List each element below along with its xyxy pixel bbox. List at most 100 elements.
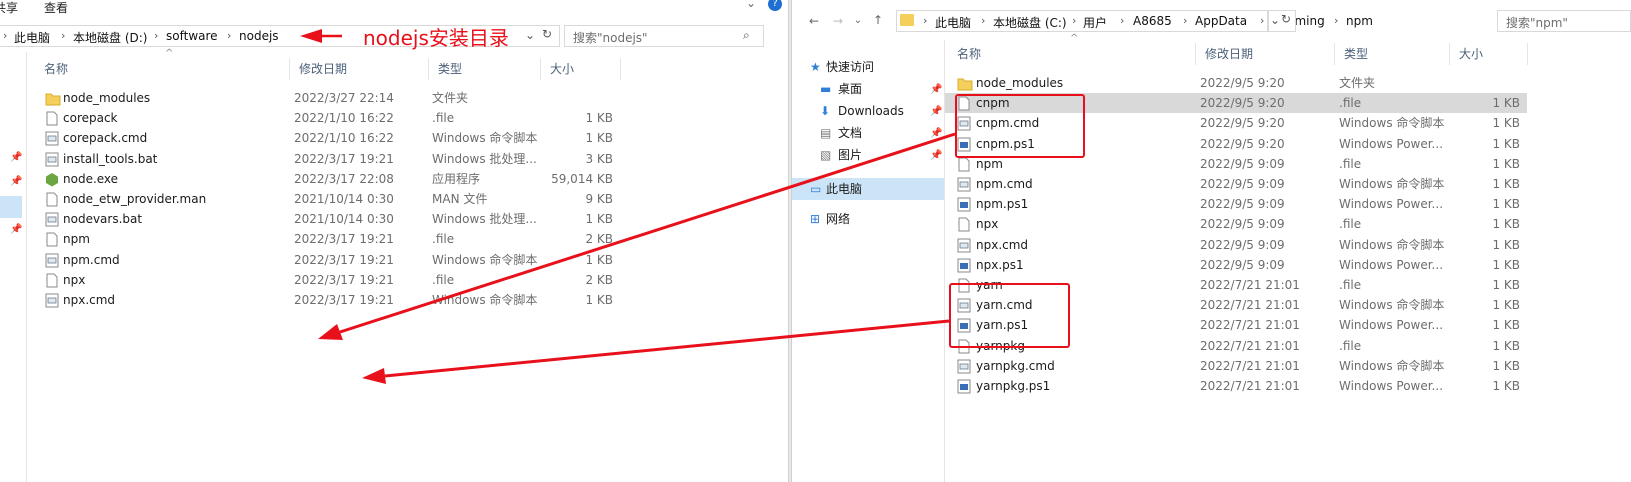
breadcrumb-item[interactable]: software <box>166 29 218 43</box>
column-header-type[interactable]: 类型 <box>438 56 462 82</box>
nav-item[interactable]: ⊞ 网络 <box>792 208 942 230</box>
refresh-icon[interactable]: ↻ <box>1281 12 1291 26</box>
node-exe-icon <box>45 172 59 187</box>
pin-icon[interactable]: 📌 <box>930 79 942 101</box>
nav-item[interactable]: ⬇ Downloads 📌 <box>792 100 942 122</box>
table-row[interactable]: npx.ps1 2022/9/5 9:09 Windows Power... 1 KB <box>945 255 1527 275</box>
breadcrumb-item[interactable]: nodejs <box>239 29 279 43</box>
ribbon-expand-icon[interactable]: ⌄ <box>746 0 756 10</box>
nav-item[interactable]: ▧ 图片 📌 <box>792 144 942 166</box>
table-row[interactable]: yarnpkg.cmd 2022/7/21 21:01 Windows 命令脚本 1 … <box>945 356 1527 376</box>
table-row[interactable]: corepack 2022/1/10 16:22 .file 1 KB <box>27 108 623 128</box>
table-row[interactable]: nodevars.bat 2021/10/14 0:30 Windows 批处理..… <box>27 209 623 229</box>
column-divider[interactable] <box>428 58 429 80</box>
address-dropdown-icon[interactable]: ⌄ <box>1270 13 1280 27</box>
cell-type: Windows 命令脚本 <box>1339 116 1445 131</box>
table-row[interactable]: node_modules 2022/9/5 9:20 文件夹 <box>945 73 1527 93</box>
cell-type: Windows 命令脚本 <box>1339 358 1445 373</box>
column-header-date[interactable]: 修改日期 <box>299 56 347 82</box>
table-row[interactable]: install_tools.bat 2022/3/17 19:21 Windows … <box>27 149 623 169</box>
pin-icon[interactable]: 📌 <box>10 224 22 235</box>
nav-item[interactable]: ▬ 桌面 📌 <box>792 78 942 100</box>
breadcrumb-item[interactable]: 本地磁盘 (C:) <box>993 14 1067 31</box>
breadcrumb-item[interactable]: A8685 <box>1133 14 1172 28</box>
pin-icon[interactable]: 📌 <box>10 176 22 187</box>
address-controls: ⌄ ↻ <box>1268 10 1296 32</box>
refresh-icon[interactable]: ↻ <box>542 27 552 41</box>
cell-name: npx.cmd <box>976 237 1029 252</box>
search-input[interactable]: 搜索"nodejs" <box>573 29 648 46</box>
menu-view[interactable]: 查看 <box>44 0 68 16</box>
pin-icon[interactable]: 📌 <box>930 101 942 123</box>
table-row[interactable]: npm.cmd 2022/9/5 9:09 Windows 命令脚本 1 KB <box>945 174 1527 194</box>
table-row[interactable]: npx.cmd 2022/9/5 9:09 Windows 命令脚本 1 KB <box>945 235 1527 255</box>
breadcrumb-item[interactable]: 本地磁盘 (D:) <box>73 29 147 46</box>
breadcrumb-item[interactable]: 此电脑 <box>14 29 50 46</box>
table-row[interactable]: npx 2022/9/5 9:09 .file 1 KB <box>945 214 1527 234</box>
address-dropdown-icon[interactable]: ⌄ <box>525 28 535 42</box>
breadcrumb-item[interactable]: 用户 <box>1083 14 1107 31</box>
column-header-date[interactable]: 修改日期 <box>1205 41 1253 67</box>
search-box[interactable]: 搜索"nodejs" ⌕ <box>564 25 764 47</box>
cell-type: 应用程序 <box>432 171 481 186</box>
powershell-icon <box>957 197 971 212</box>
table-row[interactable]: npm.cmd 2022/3/17 19:21 Windows 命令脚本 1 KB <box>27 250 623 270</box>
powershell-icon <box>957 258 971 273</box>
search-box[interactable]: 搜索"npm" <box>1497 10 1631 32</box>
column-divider[interactable] <box>620 58 621 80</box>
nav-item-label: 快速访问 <box>826 60 875 74</box>
cell-date: 2022/7/21 21:01 <box>1200 318 1300 333</box>
menu-share[interactable]: 共享 <box>0 0 18 16</box>
recent-dropdown-icon[interactable]: ⌄ <box>850 13 866 29</box>
cell-size: 1 KB <box>585 131 613 146</box>
breadcrumb-item[interactable]: npm <box>1346 14 1373 28</box>
cell-name: install_tools.bat <box>63 151 158 166</box>
forward-arrow-icon[interactable]: → <box>830 13 846 29</box>
column-divider[interactable] <box>1449 43 1450 65</box>
column-header-name[interactable]: 名称 <box>44 56 68 82</box>
nav-item[interactable]: ▤ 文档 📌 <box>792 122 942 144</box>
column-divider[interactable] <box>1527 43 1528 65</box>
pin-icon[interactable]: 📌 <box>10 152 22 163</box>
column-header-size[interactable]: 大小 <box>1459 41 1483 67</box>
up-arrow-icon[interactable]: ↑ <box>870 12 886 28</box>
cell-size: 1 KB <box>585 212 613 227</box>
network-icon: ⊞ <box>810 212 821 226</box>
column-header-type[interactable]: 类型 <box>1344 41 1368 67</box>
column-divider[interactable] <box>1195 43 1196 65</box>
breadcrumb-item[interactable]: AppData <box>1195 14 1247 28</box>
table-row[interactable]: npx 2022/3/17 19:21 .file 2 KB <box>27 270 623 290</box>
table-row[interactable]: npx.cmd 2022/3/17 19:21 Windows 命令脚本 1 KB <box>27 290 623 310</box>
table-row[interactable]: npm.ps1 2022/9/5 9:09 Windows Power... 1 KB <box>945 194 1527 214</box>
column-divider[interactable] <box>1334 43 1335 65</box>
cell-type: Windows 批处理... <box>432 151 537 166</box>
help-icon[interactable]: ? <box>768 0 782 11</box>
sort-ascending-icon: ^ <box>165 48 174 59</box>
file-icon <box>45 192 59 207</box>
pin-icon[interactable]: 📌 <box>930 123 942 145</box>
nav-selected-item[interactable] <box>0 196 22 218</box>
table-row[interactable]: node.exe 2022/3/17 22:08 应用程序 59,014 KB <box>27 169 623 189</box>
column-divider[interactable] <box>540 58 541 80</box>
column-divider[interactable] <box>289 58 290 80</box>
table-row[interactable]: corepack.cmd 2022/1/10 16:22 Windows 命令脚本 1… <box>27 128 623 148</box>
back-arrow-icon[interactable]: ← <box>806 13 822 29</box>
table-row[interactable]: yarnpkg.ps1 2022/7/21 21:01 Windows Power.… <box>945 376 1527 396</box>
cell-date: 2022/9/5 9:20 <box>1200 116 1285 131</box>
cell-name: npm.ps1 <box>976 197 1029 212</box>
column-header-size[interactable]: 大小 <box>550 56 574 82</box>
nav-item[interactable]: ★ 快速访问 <box>792 56 942 78</box>
search-input[interactable]: 搜索"npm" <box>1506 14 1568 31</box>
table-row[interactable]: node_modules 2022/3/27 22:14 文件夹 <box>27 88 623 108</box>
download-icon: ⬇ <box>820 104 831 118</box>
table-row[interactable]: npm 2022/3/17 19:21 .file 2 KB <box>27 229 623 249</box>
address-bar[interactable]: › 此电脑 › 本地磁盘 (C:) › 用户 › A8685 › AppData… <box>896 10 1373 32</box>
breadcrumb-item[interactable]: 此电脑 <box>935 14 971 31</box>
cell-size: 1 KB <box>1492 116 1520 131</box>
nav-item[interactable]: ▭ 此电脑 <box>792 178 944 200</box>
cell-type: .file <box>1339 217 1362 232</box>
desktop-icon: ▬ <box>820 82 832 96</box>
table-row[interactable]: node_etw_provider.man 2021/10/14 0:30 MAN … <box>27 189 623 209</box>
pin-icon[interactable]: 📌 <box>930 145 942 167</box>
column-header-name[interactable]: 名称 <box>957 41 981 67</box>
